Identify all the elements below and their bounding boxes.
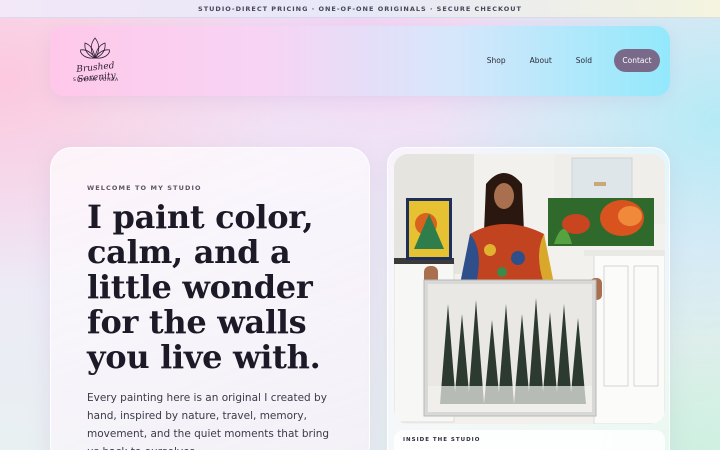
hero-headline: I paint color, calm, and a little wonder… [87,198,321,376]
announcement-bar: STUDIO-DIRECT PRICING · ONE-OF-ONE ORIGI… [0,0,720,18]
lotus-icon [80,37,110,59]
brand-name: SHIVANI VOHRA [73,78,119,83]
studio-caption-box: INSIDE THE STUDIO [394,430,665,450]
studio-caption: INSIDE THE STUDIO [403,437,481,443]
brand-logo[interactable]: Brushed Serenity SHIVANI VOHRA [62,36,126,86]
artist-with-painting-image [394,154,665,424]
nav-shop[interactable]: Shop [487,56,506,65]
announcement-text: STUDIO-DIRECT PRICING · ONE-OF-ONE ORIGI… [198,4,522,13]
welcome-eyebrow: WELCOME TO MY STUDIO [87,184,202,192]
studio-photo-card: INSIDE THE STUDIO [387,147,670,450]
nav-about[interactable]: About [530,56,552,65]
nav-sold[interactable]: Sold [576,56,592,65]
studio-photo [394,154,665,424]
hero-intro: Every painting here is an original I cre… [87,392,330,450]
site-header: Brushed Serenity SHIVANI VOHRA Shop Abou… [50,26,670,96]
contact-button[interactable]: Contact [614,49,660,72]
welcome-card: WELCOME TO MY STUDIO I paint color, calm… [50,147,370,450]
main-nav: Shop About Sold Contact [463,49,660,72]
